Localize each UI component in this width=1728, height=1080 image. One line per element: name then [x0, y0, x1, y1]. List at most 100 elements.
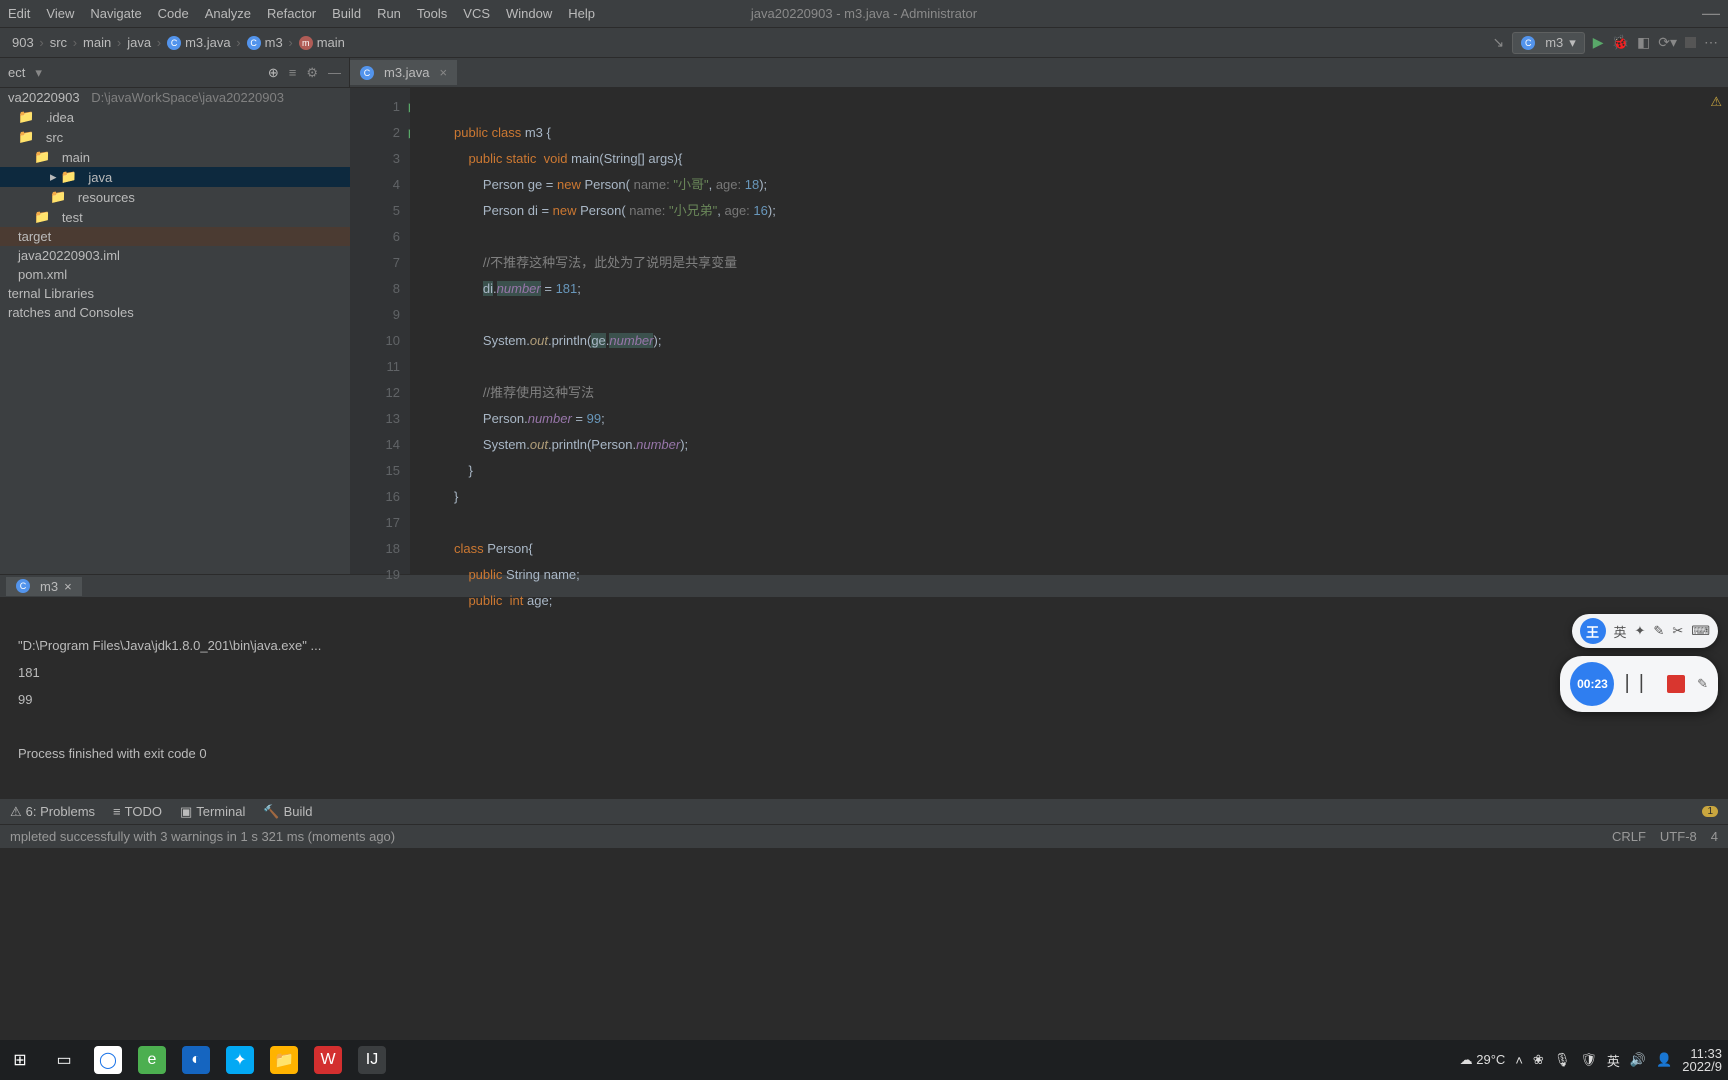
run-tab[interactable]: C m3 × [6, 577, 82, 596]
chevron-down-icon[interactable]: ▾ [35, 65, 42, 81]
crumb-project[interactable]: 903 [4, 35, 42, 50]
debug-button-icon[interactable]: 🐞 [1612, 34, 1629, 51]
coverage-icon[interactable]: ◧ [1637, 34, 1650, 51]
ime-lang-toggle[interactable]: 英 [1614, 622, 1627, 641]
tree-main[interactable]: 📁 main [0, 147, 350, 167]
tree-idea[interactable]: 📁 .idea [0, 107, 350, 127]
crumb-method[interactable]: mmain [291, 35, 353, 51]
browser-icon[interactable]: ◐ [182, 1046, 210, 1074]
start-icon[interactable]: ⊞ [6, 1046, 34, 1074]
menu-window[interactable]: Window [506, 6, 552, 21]
tray-ime[interactable]: 英 [1607, 1051, 1620, 1070]
tray-app-icon[interactable]: ❀ [1533, 1052, 1544, 1068]
close-icon[interactable]: × [64, 579, 72, 594]
recorder-edit-icon[interactable]: ✎ [1697, 676, 1708, 692]
taskview-icon[interactable]: ▭ [50, 1046, 78, 1074]
tree-java[interactable]: ▸ 📁 java [0, 167, 350, 187]
menu-run[interactable]: Run [377, 6, 401, 21]
status-encoding[interactable]: UTF-8 [1660, 829, 1697, 844]
ime-logo-icon[interactable]: 王 [1580, 618, 1606, 644]
tree-root[interactable]: va20220903 D:\javaWorkSpace\java20220903 [0, 88, 350, 107]
collapse-icon[interactable]: — [328, 65, 341, 81]
tray-safe-icon[interactable]: 🛡 [1580, 1052, 1597, 1068]
tree-external-libs[interactable]: ternal Libraries [0, 284, 350, 303]
tray-user-icon[interactable]: 👤 [1656, 1052, 1672, 1068]
run-config-combo[interactable]: C m3 ▾ [1512, 32, 1585, 54]
crumb-main[interactable]: main [75, 35, 119, 50]
filter-icon[interactable]: ≡ [289, 65, 297, 81]
ime-keyboard-icon[interactable]: ⌨ [1691, 623, 1710, 639]
menu-analyze[interactable]: Analyze [205, 6, 251, 21]
tool-todo[interactable]: ≡ TODO [113, 804, 162, 819]
menu-help[interactable]: Help [568, 6, 595, 21]
tray-clock[interactable]: 11:332022/9 [1682, 1047, 1722, 1073]
tab-m3-java[interactable]: C m3.java × [350, 60, 457, 85]
target-icon[interactable]: ⊕ [268, 65, 279, 81]
tray-mic-icon[interactable]: 🎙 [1554, 1052, 1571, 1068]
ime-cut-icon[interactable]: ✂ [1672, 623, 1683, 639]
menu-view[interactable]: View [46, 6, 74, 21]
run-button-icon[interactable]: ▶ [1593, 34, 1604, 51]
ime-pen-icon[interactable]: ✎ [1653, 623, 1664, 639]
build-hammer-icon[interactable]: ↘ [1492, 34, 1504, 51]
tray-volume-icon[interactable]: 🔊 [1630, 1052, 1646, 1068]
recorder-pause-icon[interactable]: ▏▏ [1626, 674, 1655, 694]
chrome-icon[interactable]: ◯ [94, 1046, 122, 1074]
ime-toolbar[interactable]: 王 英 ✦ ✎ ✂ ⌨ [1572, 614, 1719, 648]
tree-iml[interactable]: java20220903.iml [0, 246, 350, 265]
tool-terminal[interactable]: ▣ Terminal [180, 804, 245, 820]
warning-icon[interactable]: ⚠ [1710, 94, 1722, 110]
status-crlf[interactable]: CRLF [1612, 829, 1646, 844]
crumb-class[interactable]: Cm3 [239, 35, 291, 51]
project-tree[interactable]: va20220903 D:\javaWorkSpace\java20220903… [0, 88, 350, 574]
screen-recorder[interactable]: 00:23 ▏▏ ✎ [1560, 656, 1718, 712]
tool-build[interactable]: 🔨 Build [263, 804, 312, 820]
wps-icon[interactable]: W [314, 1046, 342, 1074]
tree-resources[interactable]: 📁 resources [0, 187, 350, 207]
menu-refactor[interactable]: Refactor [267, 6, 316, 21]
crumb-java[interactable]: java [119, 35, 159, 50]
notification-badge[interactable]: 1 [1702, 806, 1718, 817]
recorder-stop-icon[interactable] [1667, 675, 1685, 693]
menu-build[interactable]: Build [332, 6, 361, 21]
ime-star-icon[interactable]: ✦ [1635, 623, 1646, 639]
weather-widget[interactable]: ☁ 29°C [1460, 1052, 1506, 1068]
tree-src[interactable]: 📁 src [0, 127, 350, 147]
gutter: 1▶ 2▶ 345 678 91011 121314 151617 1819 [350, 88, 410, 574]
more-icon[interactable]: ⋯ [1704, 34, 1718, 51]
crumb-file[interactable]: Cm3.java [159, 35, 239, 51]
class-icon: C [1521, 36, 1535, 50]
tree-scratches[interactable]: ratches and Consoles [0, 303, 350, 322]
edge-icon[interactable]: e [138, 1046, 166, 1074]
explorer-icon[interactable]: 📁 [270, 1046, 298, 1074]
crumb-src[interactable]: src [42, 35, 75, 50]
tool-problems[interactable]: ⚠ 6: Problems [10, 804, 95, 820]
menu-tools[interactable]: Tools [417, 6, 447, 21]
breadcrumb: 903 src main java Cm3.java Cm3 mmain [0, 35, 353, 51]
app-icon-1[interactable]: ✦ [226, 1046, 254, 1074]
profile-icon[interactable]: ⟳▾ [1658, 34, 1677, 51]
close-tab-icon[interactable]: × [440, 65, 448, 80]
tray-chevron-icon[interactable]: ˄ [1515, 1053, 1523, 1068]
stop-button-icon[interactable] [1685, 37, 1696, 48]
code-editor[interactable]: 1▶ 2▶ 345 678 91011 121314 151617 1819 p… [350, 88, 1728, 574]
menu-vcs[interactable]: VCS [463, 6, 490, 21]
intellij-icon[interactable]: IJ [358, 1046, 386, 1074]
editor-tab-bar: C m3.java × [350, 58, 1728, 88]
chevron-down-icon: ▾ [1569, 35, 1576, 51]
status-column[interactable]: 4 [1711, 829, 1718, 844]
code-area[interactable]: public class m3 { public static void mai… [424, 88, 776, 574]
gear-icon[interactable]: ⚙ [306, 65, 318, 81]
menu-navigate[interactable]: Navigate [90, 6, 141, 21]
tree-test[interactable]: 📁 test [0, 207, 350, 227]
project-view-label[interactable]: ect [8, 65, 25, 80]
menu-edit[interactable]: Edit [8, 6, 30, 21]
run-console[interactable]: "D:\Program Files\Java\jdk1.8.0_201\bin\… [0, 598, 1728, 798]
tree-pom[interactable]: pom.xml [0, 265, 350, 284]
menu-code[interactable]: Code [158, 6, 189, 21]
minimize-icon[interactable]: — [1702, 3, 1720, 24]
run-config-label: m3 [1545, 35, 1563, 50]
tree-target[interactable]: target [0, 227, 350, 246]
fold-bar[interactable] [410, 88, 424, 574]
console-line: Process finished with exit code 0 [18, 746, 207, 761]
